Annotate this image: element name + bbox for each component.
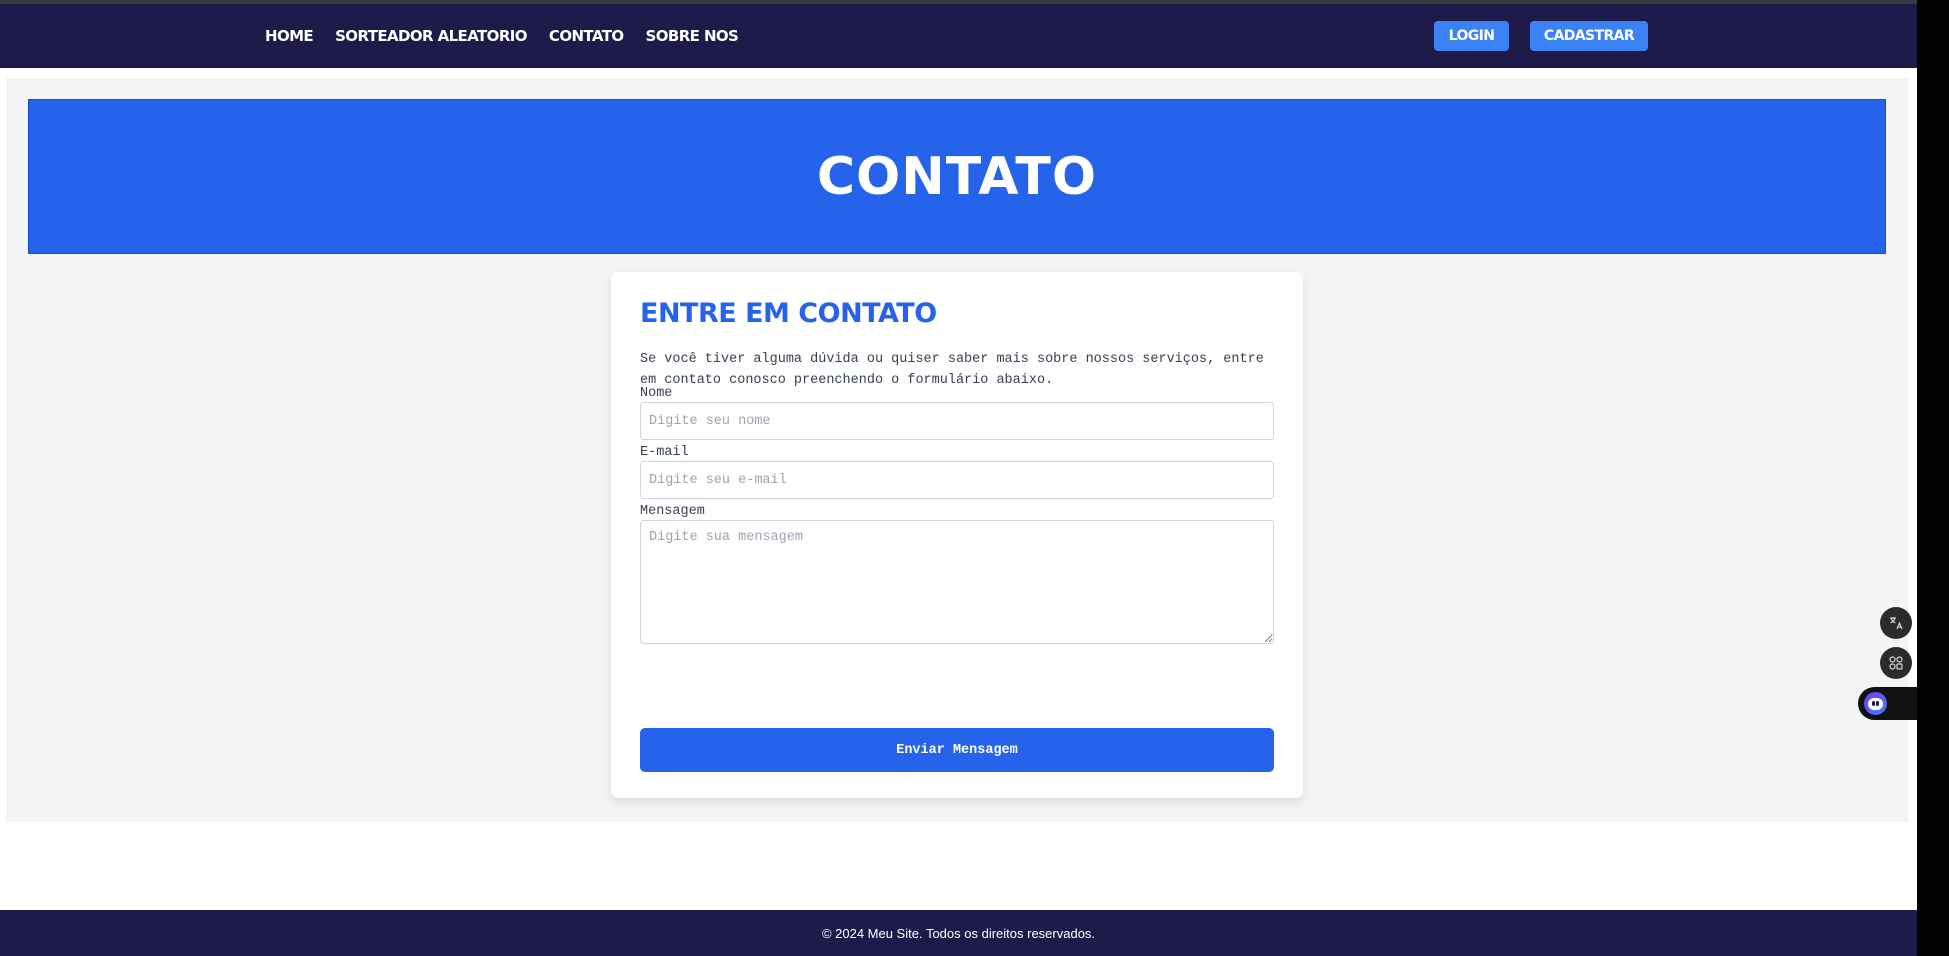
login-button[interactable]: LOGIN — [1434, 21, 1509, 51]
message-label: Mensagem — [640, 504, 705, 519]
auth-buttons: LOGIN CADASTRAR — [1434, 21, 1648, 51]
send-message-button[interactable]: Enviar Mensagem — [640, 728, 1274, 772]
bot-face — [1868, 697, 1883, 710]
bot-eye-right — [1876, 700, 1879, 706]
name-input[interactable] — [640, 402, 1274, 440]
footer: © 2024 Meu Site. Todos os direitos reser… — [0, 910, 1917, 956]
apps-grid-icon[interactable] — [1880, 647, 1912, 679]
hero-title: CONTATO — [816, 146, 1098, 207]
bot-eye-left — [1872, 700, 1875, 706]
navbar: HOME SORTEADOR ALEATORIO CONTATO SOBRE N… — [0, 4, 1917, 68]
main-content: CONTATO ENTRE EM CONTATO Se você tiver a… — [6, 78, 1908, 822]
nav-link-sobre[interactable]: SOBRE NOS — [646, 27, 739, 45]
apps-grid-glyph — [1889, 656, 1903, 670]
translate-icon[interactable] — [1880, 607, 1912, 639]
nav-links: HOME SORTEADOR ALEATORIO CONTATO SOBRE N… — [265, 4, 739, 68]
assistant-bot-icon — [1864, 692, 1887, 715]
contact-form-card: ENTRE EM CONTATO Se você tiver alguma dú… — [611, 272, 1303, 798]
footer-copyright: © 2024 Meu Site. Todos os direitos reser… — [821, 925, 1096, 941]
hero-banner: CONTATO — [28, 99, 1886, 254]
page: HOME SORTEADOR ALEATORIO CONTATO SOBRE N… — [0, 0, 1917, 956]
nav-link-contato[interactable]: CONTATO — [549, 27, 624, 45]
nav-link-sorteador[interactable]: SORTEADOR ALEATORIO — [335, 27, 527, 45]
message-textarea[interactable] — [640, 520, 1274, 644]
contact-form-description: Se você tiver alguma dúvida ou quiser sa… — [640, 352, 1264, 388]
name-label: Nome — [640, 386, 673, 401]
register-button[interactable]: CADASTRAR — [1530, 21, 1648, 51]
email-input[interactable] — [640, 461, 1274, 499]
email-label: E-mail — [640, 445, 689, 460]
contact-form-title: ENTRE EM CONTATO — [640, 298, 937, 329]
translate-glyph — [1890, 617, 1903, 630]
assistant-launcher[interactable] — [1858, 687, 1917, 720]
nav-link-home[interactable]: HOME — [265, 27, 314, 45]
